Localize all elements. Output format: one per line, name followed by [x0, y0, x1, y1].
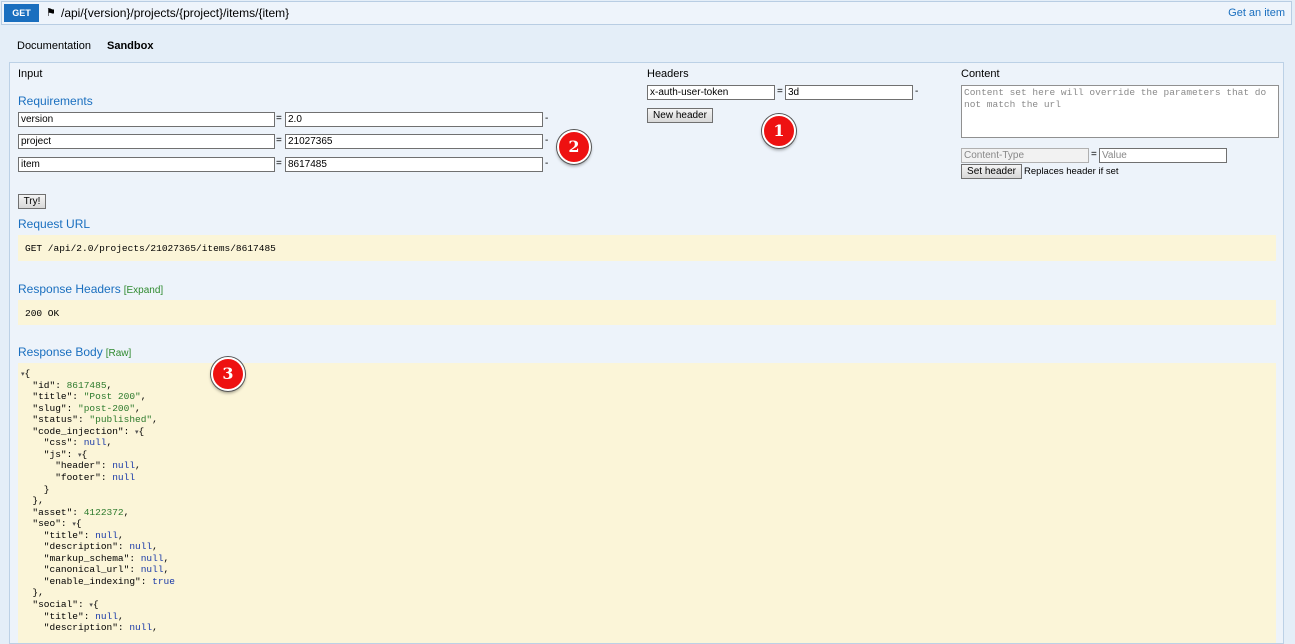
equals-sign: =: [777, 86, 783, 97]
header-value-text: 3d: [788, 87, 800, 98]
json-line: "canonical_url": null,: [21, 564, 170, 576]
endpoint-path[interactable]: /api/{version}/projects/{project}/items/…: [61, 6, 289, 20]
request-url-heading: Request URL: [18, 217, 91, 231]
json-line: "footer": null: [21, 471, 136, 483]
annotation-badge-1: 1: [762, 114, 796, 148]
set-header-button[interactable]: Set header: [961, 164, 1022, 179]
json-line: "enable_indexing": true: [21, 575, 175, 587]
json-line: },: [21, 587, 44, 599]
remove-header[interactable]: -: [915, 86, 918, 97]
method-badge: GET: [4, 4, 39, 22]
param-name-project[interactable]: project: [18, 134, 275, 149]
param-value-item[interactable]: 8617485: [285, 157, 543, 172]
endpoint-bar[interactable]: GET ⚑ /api/{version}/projects/{project}/…: [1, 1, 1292, 25]
json-line: "description": null,: [21, 622, 158, 634]
equals-sign: =: [276, 135, 282, 146]
remove-param-project[interactable]: -: [545, 135, 548, 146]
collapse-toggle-icon[interactable]: ▾: [78, 452, 82, 460]
tab-sandbox[interactable]: Sandbox: [107, 40, 153, 52]
try-button[interactable]: Try!: [18, 194, 46, 209]
remove-param-version[interactable]: -: [545, 113, 548, 124]
equals-sign: =: [276, 158, 282, 169]
param-name-version[interactable]: version: [18, 112, 275, 127]
param-name-item[interactable]: item: [18, 157, 275, 172]
json-line: "title": null,: [21, 529, 124, 541]
json-line: "id": 8617485,: [21, 379, 113, 391]
content-value-input[interactable]: Value: [1099, 148, 1227, 163]
response-status: 200 OK: [25, 308, 60, 319]
collapse-toggle-icon[interactable]: ▾: [21, 371, 25, 379]
header-name-input[interactable]: x-auth-user-token: [647, 85, 775, 100]
param-value-version[interactable]: 2.0: [285, 112, 543, 127]
header-value-input[interactable]: 3d: [785, 85, 913, 100]
requirements-heading: Requirements: [18, 94, 93, 108]
response-headers-label: Response Headers: [18, 282, 121, 296]
json-line: "header": null,: [21, 460, 141, 472]
response-body-heading: Response Body [Raw]: [18, 345, 131, 359]
input-heading: Input: [18, 68, 43, 80]
response-body-box: ▾{ "id": 8617485, "title": "Post 200", "…: [18, 363, 1276, 643]
content-type-input[interactable]: Content-Type: [961, 148, 1089, 163]
json-line: "asset": 4122372,: [21, 506, 130, 518]
json-line: "title": "Post 200",: [21, 391, 147, 403]
new-header-button[interactable]: New header: [647, 108, 713, 123]
json-line: "status": "published",: [21, 414, 158, 426]
content-textarea[interactable]: Content set here will override the param…: [961, 85, 1279, 138]
raw-toggle[interactable]: [Raw]: [106, 348, 132, 359]
param-value-project[interactable]: 21027365: [285, 134, 543, 149]
json-line: "slug": "post-200",: [21, 402, 141, 414]
annotation-badge-3: 3: [211, 357, 245, 391]
collapse-toggle-icon[interactable]: ▾: [72, 521, 76, 529]
replaces-note: Replaces header if set: [1024, 166, 1119, 177]
content-heading: Content: [961, 68, 1000, 80]
tab-documentation[interactable]: Documentation: [17, 40, 91, 52]
json-line: },: [21, 495, 44, 507]
endpoint-title[interactable]: Get an item: [1228, 7, 1285, 19]
response-headers-heading: Response Headers [Expand]: [18, 282, 163, 296]
remove-param-item[interactable]: -: [545, 158, 548, 169]
json-line: "description": null,: [21, 541, 158, 553]
json-line: }: [21, 483, 50, 495]
json-line: "css": null,: [21, 437, 113, 449]
json-line: "title": null,: [21, 610, 124, 622]
collapse-toggle-icon[interactable]: ▾: [135, 429, 139, 437]
response-body-label: Response Body: [18, 345, 103, 359]
collapse-toggle-icon[interactable]: ▾: [89, 602, 93, 610]
annotation-badge-2: 2: [557, 130, 591, 164]
headers-heading: Headers: [647, 68, 689, 80]
request-url-box: GET /api/2.0/projects/21027365/items/861…: [18, 235, 1276, 261]
json-line: "markup_schema": null,: [21, 552, 170, 564]
request-url-text: GET /api/2.0/projects/21027365/items/861…: [25, 243, 276, 254]
response-headers-box: 200 OK: [18, 300, 1276, 325]
equals-sign: =: [1091, 149, 1097, 160]
expand-toggle[interactable]: [Expand]: [124, 285, 163, 296]
pin-icon: ⚑: [46, 7, 56, 19]
equals-sign: =: [276, 113, 282, 124]
